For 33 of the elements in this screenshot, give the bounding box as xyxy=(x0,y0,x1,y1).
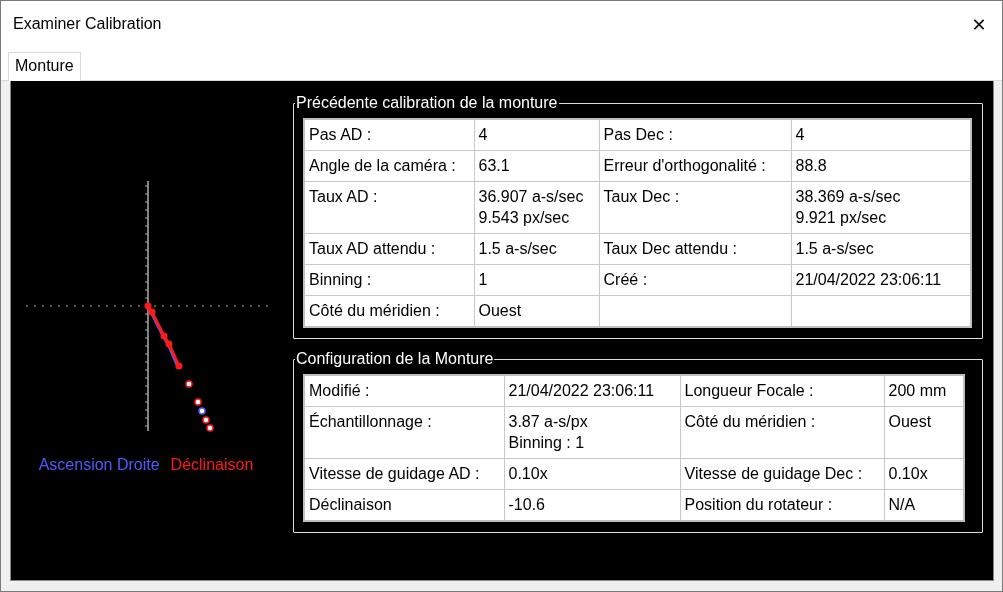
table-cell: Taux Dec attendu : xyxy=(599,233,791,265)
group-title: Précédente calibration de la monture xyxy=(295,94,559,112)
table-cell: 63.1 xyxy=(474,150,599,182)
legend-label: Ascension Droite xyxy=(38,456,160,474)
table-cell: 3.87 a-s/px Binning : 1 xyxy=(504,406,680,459)
legend-label: Déclinaison xyxy=(170,456,254,474)
table-cell: Angle de la caméra : xyxy=(304,150,474,182)
table-cell: 21/04/2022 23:06:11 xyxy=(504,375,680,407)
table-cell: Taux AD : xyxy=(304,181,474,234)
table-cell: Côté du méridien : xyxy=(680,406,884,459)
table-cell: 1 xyxy=(474,264,599,296)
table-cell: Vitesse de guidage Dec : xyxy=(680,458,884,490)
window-title: Examiner Calibration xyxy=(13,15,162,33)
table-cell: 4 xyxy=(474,119,599,151)
group-title: Configuration de la Monture xyxy=(295,350,495,368)
table-cell: Erreur d'orthogonalité : xyxy=(599,150,791,182)
table-cell: Pas AD : xyxy=(304,119,474,151)
table-cell: Échantillonnage : xyxy=(304,406,504,459)
table-cell: Taux Dec : xyxy=(599,181,791,234)
table-cell: 1.5 a-s/sec xyxy=(474,233,599,265)
table-cell: Vitesse de guidage AD : xyxy=(304,458,504,490)
data-point xyxy=(185,380,193,388)
table-cell: Longueur Focale : xyxy=(680,375,884,407)
table-cell: Pas Dec : xyxy=(599,119,791,151)
table-cell: Modifié : xyxy=(304,375,504,407)
data-point xyxy=(175,362,183,370)
table-cell: 36.907 a-s/sec 9.543 px/sec xyxy=(474,181,599,234)
tab[interactable]: Monture xyxy=(8,52,81,81)
table-cell: 0.10x xyxy=(504,458,680,490)
close-button[interactable]: ✕ xyxy=(956,1,1002,47)
table-cell: Binning : xyxy=(304,264,474,296)
table-cell: Créé : xyxy=(599,264,791,296)
table-cell: Taux AD attendu : xyxy=(304,233,474,265)
